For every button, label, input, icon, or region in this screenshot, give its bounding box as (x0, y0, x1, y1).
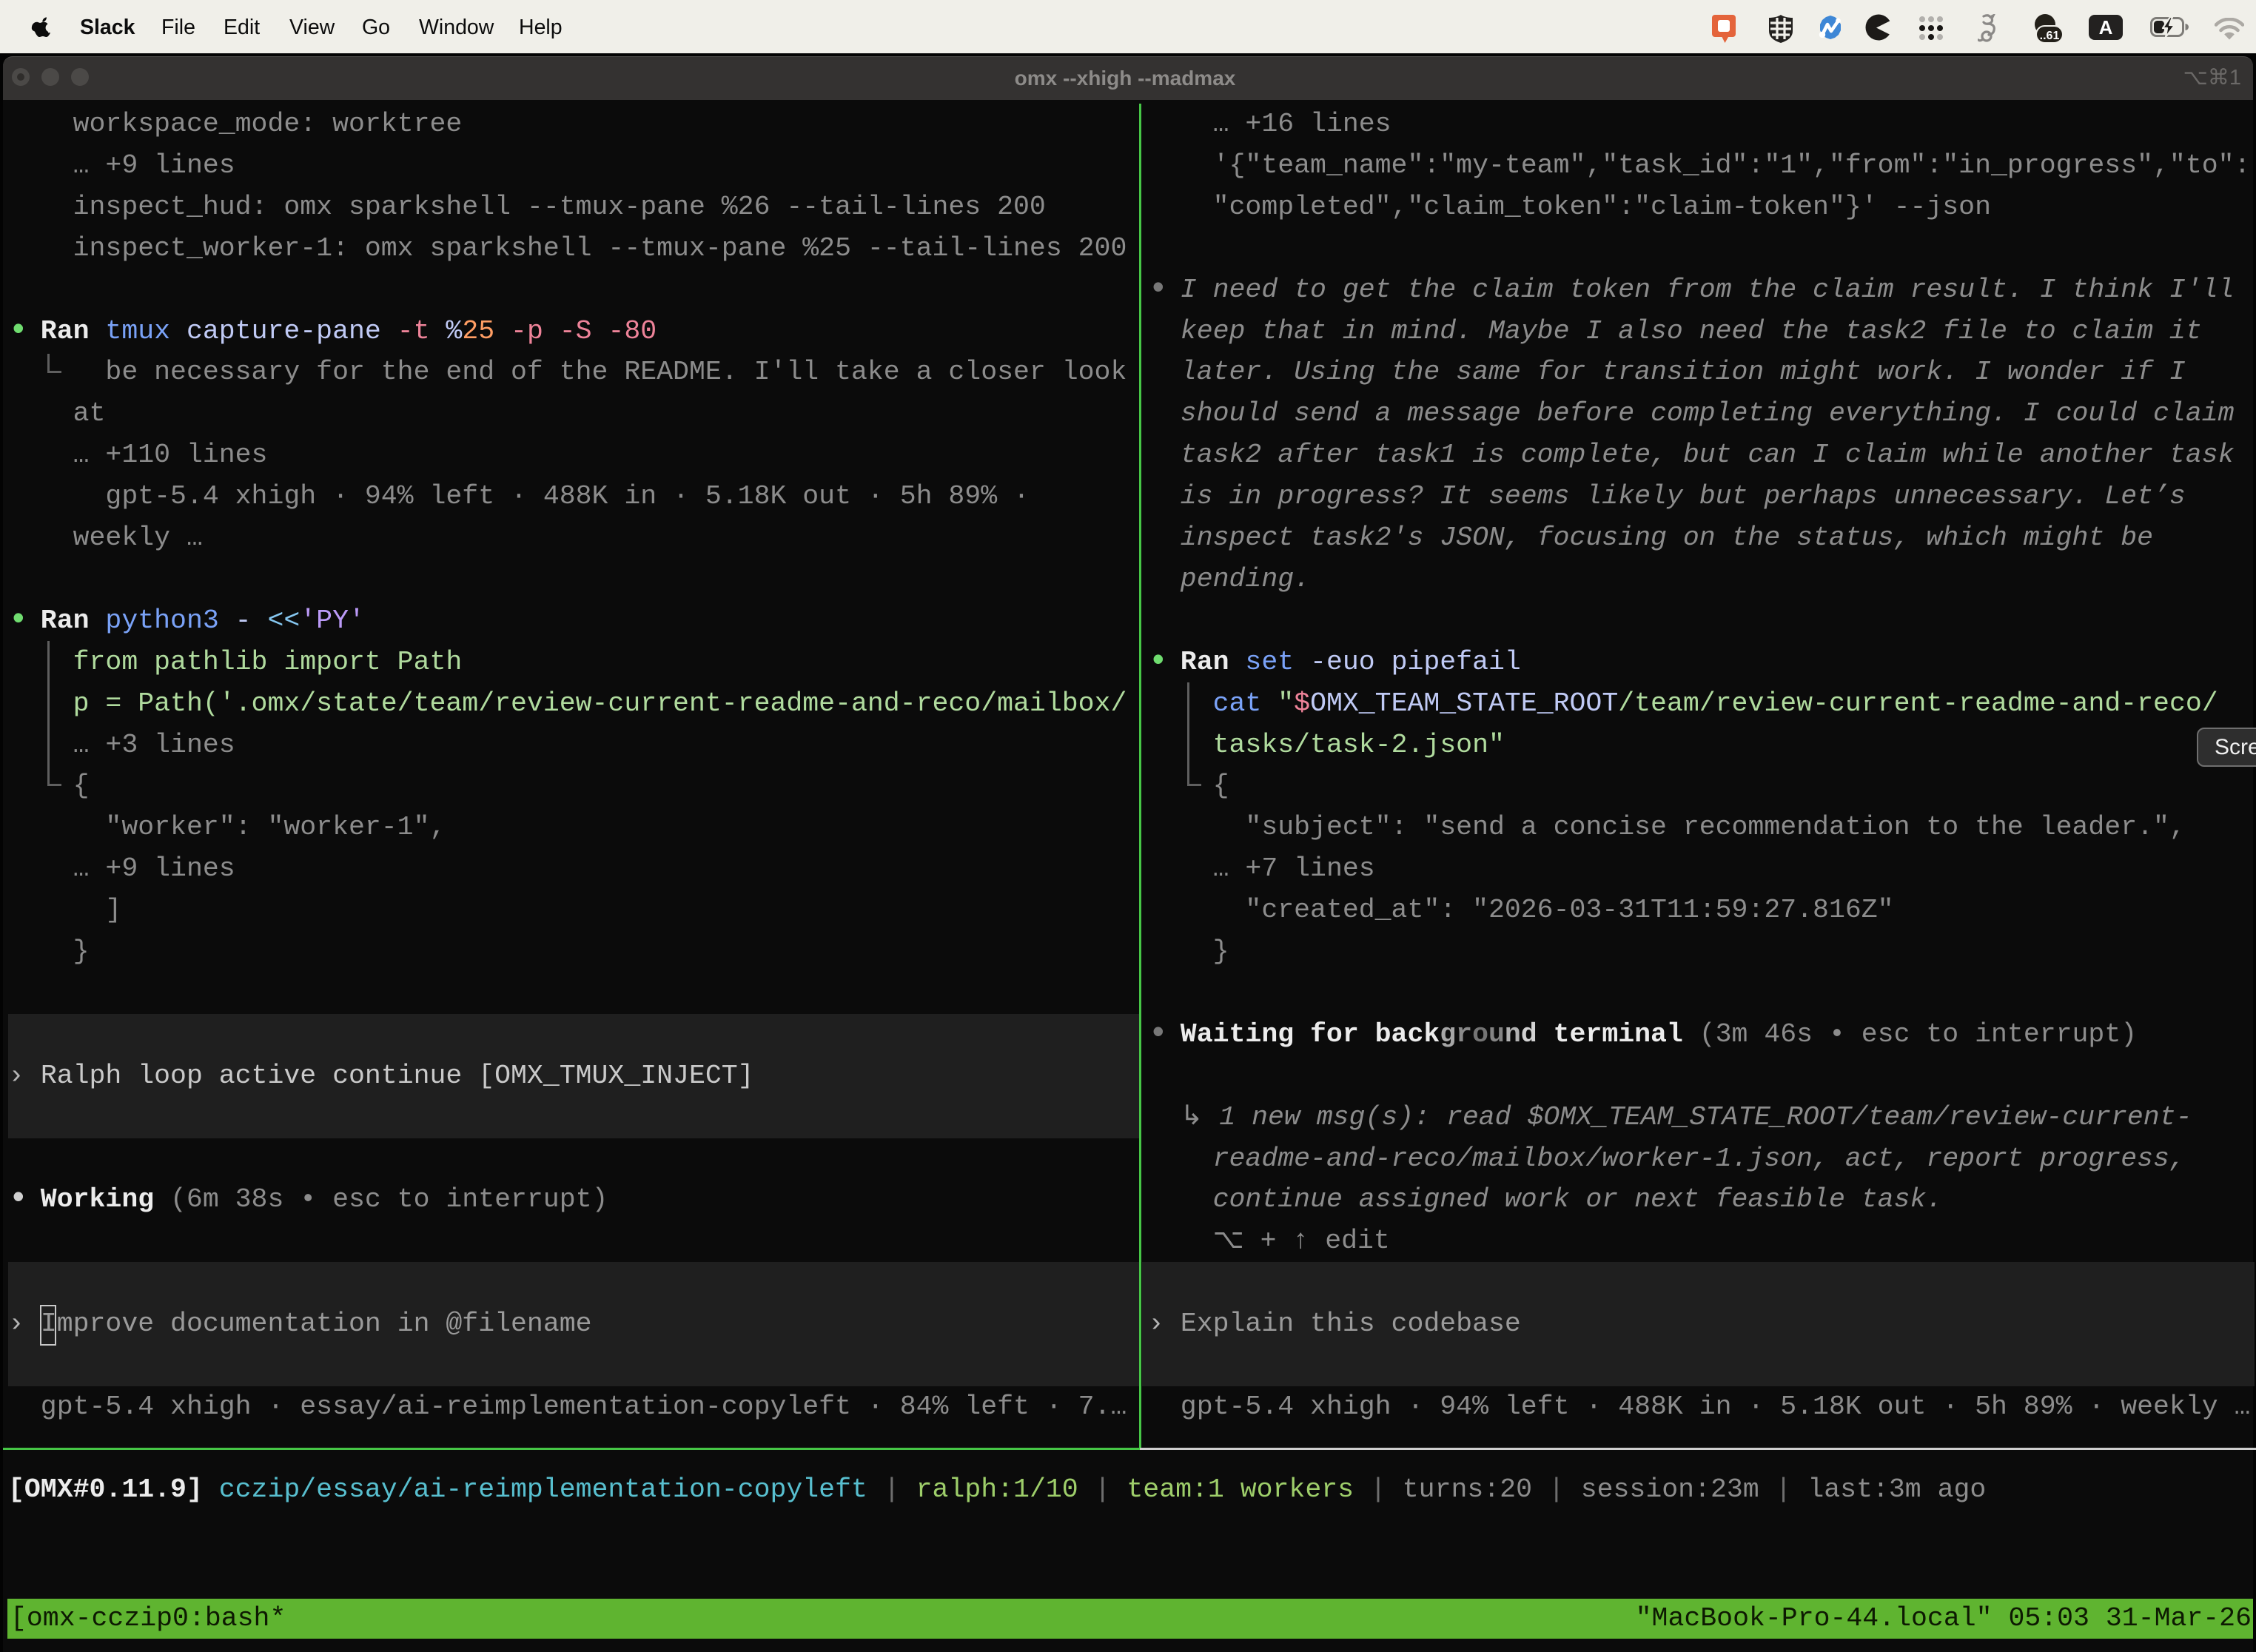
svg-text:..61: ..61 (2040, 30, 2060, 42)
svg-text:A: A (2099, 16, 2113, 38)
